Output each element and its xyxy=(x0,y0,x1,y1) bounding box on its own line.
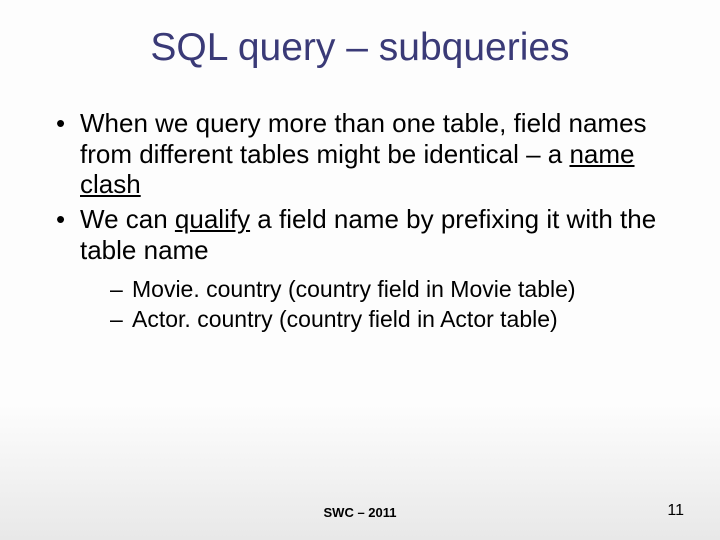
slide-title: SQL query – subqueries xyxy=(0,0,720,70)
bullet-item: When we query more than one table, field… xyxy=(54,108,666,200)
bullet-text: We can xyxy=(80,204,175,234)
bullet-list: When we query more than one table, field… xyxy=(54,108,666,333)
page-number: 11 xyxy=(667,502,684,520)
bullet-underline: qualify xyxy=(175,204,250,234)
slide-body: When we query more than one table, field… xyxy=(0,70,720,333)
sub-item: Movie. country (country field in Movie t… xyxy=(110,275,666,303)
bullet-item: We can qualify a field name by prefixing… xyxy=(54,204,666,333)
footer-text: SWC – 2011 xyxy=(0,505,720,520)
sub-item: Actor. country (country field in Actor t… xyxy=(110,305,666,333)
sub-list: Movie. country (country field in Movie t… xyxy=(110,275,666,333)
bullet-text: When we query more than one table, field… xyxy=(80,108,647,169)
